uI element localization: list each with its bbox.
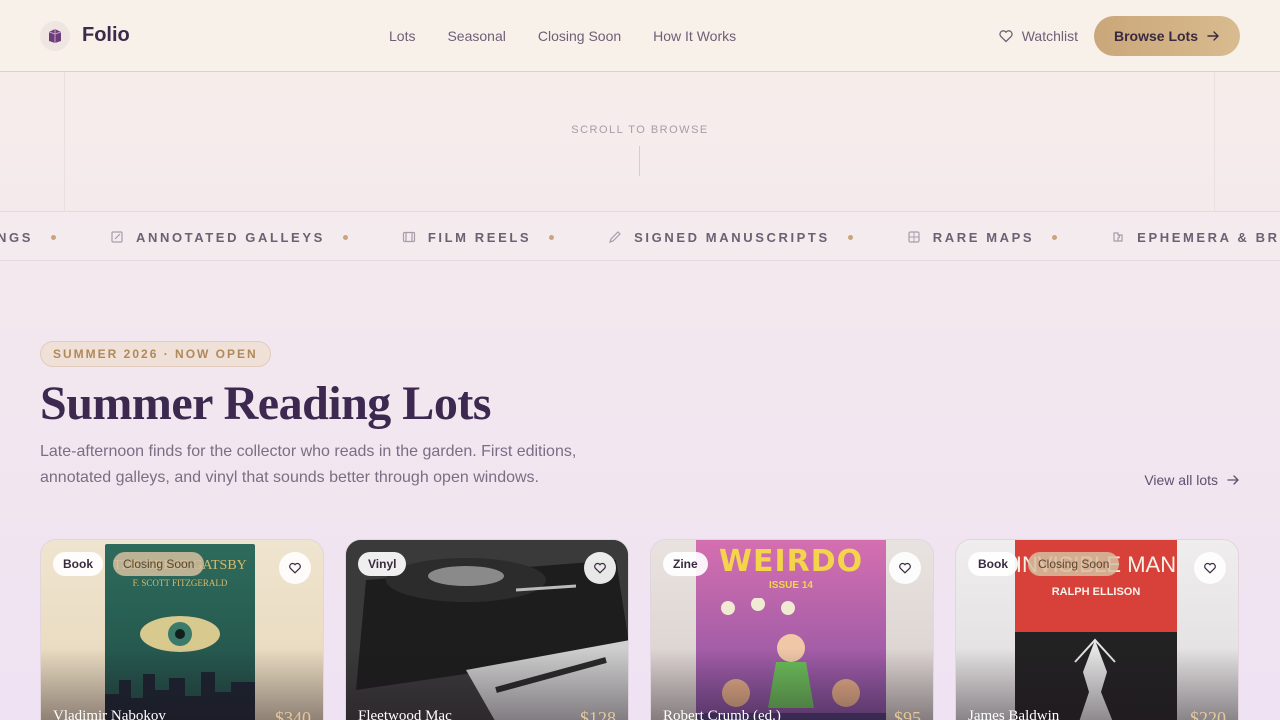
header-actions: Watchlist Browse Lots [998,16,1240,56]
cover-title: WEIRDO [718,544,864,579]
card-author: Vladimir Nabokov [53,708,166,720]
heart-icon [289,562,301,574]
nav-seasonal[interactable]: Seasonal [447,28,505,44]
favorite-button[interactable] [1194,552,1226,584]
watchlist-link[interactable]: Watchlist [998,28,1078,44]
separator-dot [342,234,348,240]
card-footer: Vladimir Nabokov $340 [53,708,311,720]
card-footer: Fleetwood Mac $128 [358,708,616,720]
type-badge: Zine [663,552,708,576]
separator-dot [1052,234,1058,240]
film-icon [402,230,416,244]
puzzle-icon [1111,230,1125,244]
top-header: Folio Lots Seasonal Closing Soon How It … [0,0,1280,72]
brand[interactable]: Folio [40,20,130,51]
lot-card[interactable]: Vinyl Fleetwood Mac $128 [345,539,629,720]
pen-icon [608,230,622,244]
cover-author: F. SCOTT FITZGERALD [132,578,228,588]
arrow-right-icon [1227,475,1239,485]
marquee-item[interactable]: EPHEMERA & BROADS [1111,230,1280,245]
card-price: $340 [275,708,311,720]
view-all-label: View all lots [1144,472,1218,488]
map-icon [907,230,921,244]
lot-card[interactable]: THE GREAT GATSBY F. SCOTT FITZGERALD Boo… [40,539,324,720]
scroll-line [639,146,640,176]
hero-strip: SCROLL TO BROWSE [0,72,1280,212]
card-author: Robert Crumb (ed.) [663,708,781,720]
section-subtitle: Late-afternoon finds for the collector w… [40,443,577,486]
heart-icon [899,562,911,574]
separator-dot [549,234,555,240]
watchlist-label: Watchlist [1021,28,1078,44]
browse-lots-label: Browse Lots [1113,28,1198,44]
type-badge: Book [53,552,103,576]
arrow-right-icon [1207,31,1219,41]
marquee-track: NGS ANNOTATED GALLEYS FILM REELS SIGNED … [0,212,1280,260]
scroll-hint: SCROLL TO BROWSE [571,124,709,136]
closing-soon-badge: Closing Soon [1028,552,1120,576]
card-footer: James Baldwin $220 [968,708,1226,720]
lot-card[interactable]: INVISIBLE MAN RALPH ELLISON Book Closing… [955,539,1239,720]
closing-soon-badge: Closing Soon [113,552,205,576]
marquee-item[interactable]: ANNOTATED GALLEYS [110,230,325,245]
cover-issue: ISSUE 14 [769,580,813,591]
main-nav: Lots Seasonal Closing Soon How It Works [389,0,736,72]
card-author: Fleetwood Mac [358,708,452,720]
nav-lots[interactable]: Lots [389,28,415,44]
type-badge: Book [968,552,1018,576]
favorite-button[interactable] [889,552,921,584]
card-price: $128 [580,708,616,720]
section-title: Summer Reading Lots [40,377,491,430]
book-logo-icon [40,20,70,51]
type-badge: Vinyl [358,552,407,576]
favorite-button[interactable] [584,552,616,584]
marquee-label: FILM REELS [427,229,532,245]
favorite-button[interactable] [279,552,311,584]
season-pill: SUMMER 2026 · NOW OPEN [40,341,271,367]
divider [1214,72,1215,212]
card-footer: Robert Crumb (ed.) $95 [663,708,921,720]
separator-dot [50,234,56,240]
nav-closing-soon[interactable]: Closing Soon [538,28,621,44]
marquee-item[interactable]: FILM REELS [402,230,531,245]
separator-dot [847,234,853,240]
cover-author: RALPH ELLISON [1051,586,1141,598]
marquee-label: NGS [0,229,33,245]
browse-lots-button[interactable]: Browse Lots [1094,16,1240,56]
view-all-link[interactable]: View all lots [1144,472,1240,488]
marquee-item[interactable]: SIGNED MANUSCRIPTS [608,230,830,245]
heart-icon [999,30,1013,43]
heart-icon [1204,562,1216,574]
card-author: James Baldwin [968,708,1060,720]
divider [64,72,65,212]
lot-card[interactable]: WEIRDO ISSUE 14 Zine Robert Crumb (ed.) … [650,539,934,720]
marquee-label: ANNOTATED GALLEYS [135,229,325,245]
category-marquee: NGS ANNOTATED GALLEYS FILM REELS SIGNED … [0,211,1280,261]
note-icon [110,230,124,244]
marquee-label: EPHEMERA & BROADS [1137,229,1280,245]
heart-icon [594,562,606,574]
marquee-item[interactable]: NGS [0,230,33,245]
brand-name: Folio [82,24,130,46]
marquee-label: SIGNED MANUSCRIPTS [634,229,830,245]
card-price: $95 [894,708,921,720]
nav-how-it-works[interactable]: How It Works [653,28,736,44]
marquee-item[interactable]: RARE MAPS [907,230,1034,245]
marquee-label: RARE MAPS [932,229,1035,245]
card-price: $220 [1190,708,1226,720]
